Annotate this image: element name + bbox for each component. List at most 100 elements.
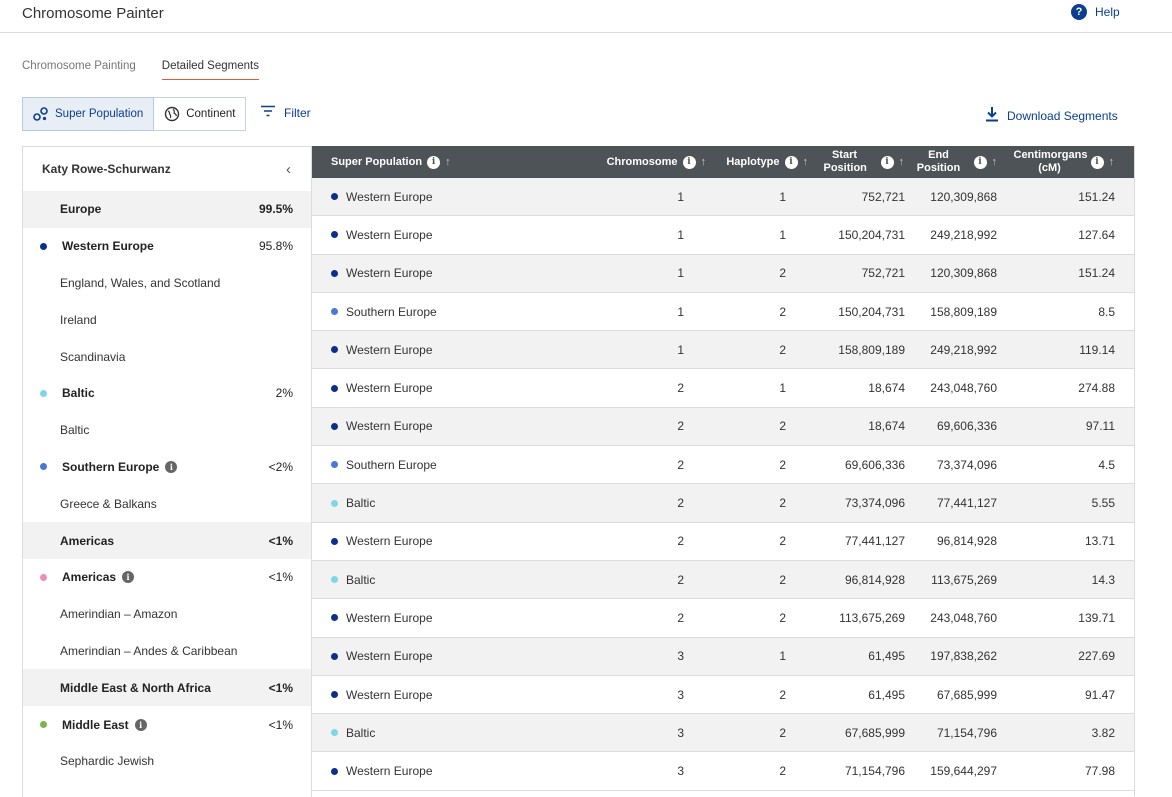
column-header-start-position[interactable]: Start Position i ↑: [812, 146, 908, 178]
table-row: Western Europe 1 2 158,809,189 249,218,992 11…: [312, 330, 1134, 370]
cell-start: 18,674: [812, 407, 908, 447]
cell-end: 67,685,999: [908, 675, 1000, 715]
sort-arrow-icon[interactable]: ↑: [445, 156, 451, 169]
sidebar-subregion-row[interactable]: Baltic: [23, 412, 311, 449]
sort-arrow-icon[interactable]: ↑: [701, 156, 707, 169]
sort-arrow-icon[interactable]: ↑: [1109, 156, 1115, 169]
info-icon[interactable]: i: [784, 155, 798, 169]
cell-chromosome: 2: [584, 483, 714, 523]
population-color-dot: [331, 499, 338, 507]
cell-start: 158,809,189: [812, 330, 908, 370]
cell-chromosome: 1: [584, 254, 714, 293]
tab-chromosome-painting[interactable]: Chromosome Painting: [22, 60, 136, 80]
column-header-end-position[interactable]: End Position i ↑: [908, 146, 1000, 178]
cell-end: 159,644,297: [908, 751, 1000, 791]
chevron-left-icon[interactable]: ‹: [286, 161, 291, 178]
sidebar-subregion-row[interactable]: Ireland: [23, 301, 311, 338]
sidebar-rows: Europe 99.5% Western Europe 95.8% England, W…: [23, 191, 311, 780]
sidebar-population-row[interactable]: Middle East i <1%: [23, 706, 311, 743]
sidebar-subregion-row[interactable]: Scandinavia: [23, 338, 311, 375]
column-header-super-population[interactable]: Super Population i ↑: [312, 146, 584, 178]
info-icon[interactable]: i: [165, 460, 178, 473]
sidebar-row-label: Americas: [60, 533, 115, 548]
table-row: Baltic 2 2 96,814,928 113,675,269 14.3: [312, 560, 1134, 600]
super-population-toggle-button[interactable]: Super Population: [22, 97, 155, 131]
sidebar-region-row[interactable]: Middle East & North Africa <1%: [23, 669, 311, 707]
population-name: Western Europe: [346, 419, 433, 434]
cell-haplotype: 2: [714, 407, 812, 447]
population-name: Baltic: [346, 496, 376, 511]
sort-arrow-icon[interactable]: ↑: [992, 156, 998, 169]
info-icon[interactable]: i: [880, 155, 894, 169]
sidebar-subregion-row[interactable]: Greece & Balkans: [23, 485, 311, 522]
population-color-dot: [331, 231, 338, 239]
sidebar-subregion-row[interactable]: Amerindian – Amazon: [23, 596, 311, 633]
cell-cm: 5.55: [1000, 483, 1134, 523]
population-color-dot: [40, 721, 47, 729]
info-icon[interactable]: i: [122, 571, 135, 584]
sidebar-population-row[interactable]: Western Europe 95.8%: [23, 228, 311, 265]
table-body: Western Europe 1 1 752,721 120,309,868 151.24…: [312, 178, 1134, 791]
cell-chromosome: 2: [584, 445, 714, 485]
sidebar-row-label: Ireland: [60, 312, 97, 327]
column-header-haplotype[interactable]: Haplotype i ↑: [714, 146, 812, 178]
cell-start: 61,495: [812, 675, 908, 715]
cell-haplotype: 2: [714, 713, 812, 753]
sidebar-row-label: Scandinavia: [60, 349, 126, 364]
population-name: Western Europe: [346, 610, 433, 625]
table-row: Southern Europe 2 2 69,606,336 73,374,096 4.5: [312, 445, 1134, 485]
cell-chromosome: 2: [584, 598, 714, 638]
cell-chromosome: 2: [584, 560, 714, 600]
cell-haplotype: 2: [714, 751, 812, 791]
sidebar-region-row[interactable]: Americas <1%: [23, 522, 311, 559]
sidebar-population-row[interactable]: Baltic 2%: [23, 375, 311, 412]
info-icon[interactable]: i: [682, 155, 696, 169]
info-icon[interactable]: i: [134, 718, 147, 731]
cell-pop: Western Europe: [312, 330, 584, 370]
column-header-chromosome[interactable]: Chromosome i ↑: [584, 146, 714, 178]
percentage-value: <1%: [268, 717, 293, 732]
cell-pop: Western Europe: [312, 598, 584, 638]
continent-toggle-button[interactable]: Continent: [154, 97, 247, 131]
cell-start: 69,606,336: [812, 445, 908, 485]
cell-pop: Western Europe: [312, 254, 584, 293]
cell-end: 71,154,796: [908, 713, 1000, 753]
cell-end: 120,309,868: [908, 178, 1000, 217]
sort-arrow-icon[interactable]: ↑: [899, 156, 905, 169]
sidebar-subregion-row[interactable]: Amerindian – Andes & Caribbean: [23, 633, 311, 670]
population-color-dot: [331, 422, 338, 430]
cell-cm: 151.24: [1000, 254, 1134, 293]
sidebar-region-row[interactable]: Europe 99.5%: [23, 191, 311, 228]
percentage-value: <1%: [268, 570, 293, 585]
table-row: Western Europe 3 2 61,495 67,685,999 91.47: [312, 675, 1134, 715]
cell-pop: Western Europe: [312, 522, 584, 561]
sidebar-population-row[interactable]: Americas i <1%: [23, 559, 311, 596]
filter-button[interactable]: Filter: [260, 105, 311, 120]
sidebar-subregion-row[interactable]: Sephardic Jewish: [23, 743, 311, 780]
info-icon[interactable]: i: [1090, 155, 1104, 169]
sidebar-population-row[interactable]: Southern Europe i <2%: [23, 449, 311, 486]
sidebar-row-label: Middle East & North Africa: [60, 680, 211, 695]
sidebar-subregion-row[interactable]: England, Wales, and Scotland: [23, 265, 311, 302]
help-link[interactable]: ? Help: [1071, 4, 1120, 20]
table-row: Western Europe 2 2 113,675,269 243,048,760 13…: [312, 598, 1134, 638]
tab-detailed-segments[interactable]: Detailed Segments: [161, 60, 259, 80]
sort-arrow-icon[interactable]: ↑: [803, 156, 809, 169]
column-header-centimorgans[interactable]: Centimorgans (cM) i ↑: [1000, 146, 1134, 178]
cell-pop: Baltic: [312, 713, 584, 753]
sidebar-row-label: Amerindian – Andes & Caribbean: [60, 643, 238, 658]
download-segments-button[interactable]: Download Segments: [985, 106, 1118, 125]
percentage-value: <1%: [268, 533, 293, 548]
population-name: Baltic: [346, 572, 376, 587]
super-population-label: Super Population: [55, 108, 144, 120]
cell-chromosome: 2: [584, 368, 714, 408]
percentage-value: 2%: [275, 386, 293, 401]
continent-label: Continent: [186, 108, 236, 120]
cell-end: 113,675,269: [908, 560, 1000, 600]
cell-haplotype: 2: [714, 445, 812, 485]
info-icon[interactable]: i: [427, 155, 441, 169]
sidebar-row-label: Southern Europe: [62, 459, 160, 474]
info-icon[interactable]: i: [973, 155, 987, 169]
table-row: Western Europe 1 2 752,721 120,309,868 151.24: [312, 254, 1134, 293]
cell-pop: Baltic: [312, 560, 584, 600]
